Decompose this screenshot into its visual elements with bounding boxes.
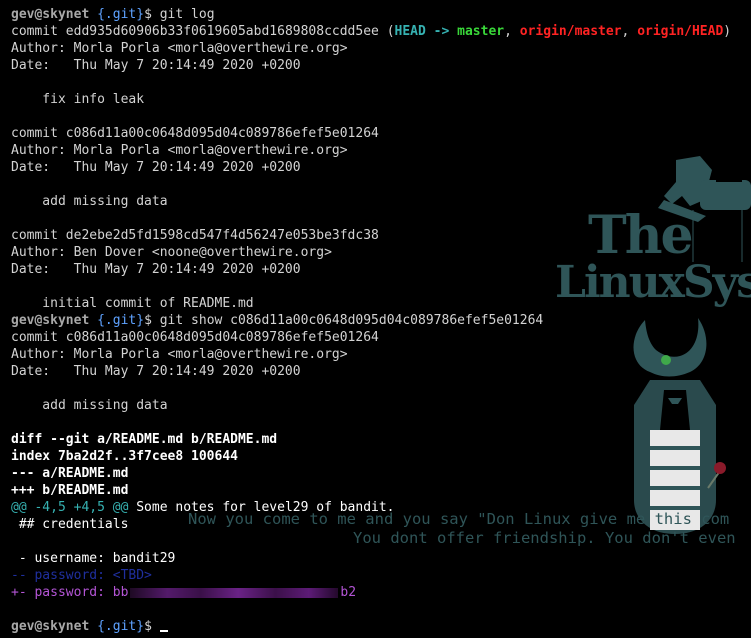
added-prefix: +- password: bb	[11, 585, 129, 600]
log-message-line: add missing data	[11, 194, 168, 209]
log-date-line: Date: Thu May 7 20:14:49 2020 +0200	[11, 262, 301, 277]
prompt-symbol: $	[144, 313, 152, 328]
command-input[interactable]	[152, 619, 160, 634]
diff-hunk-line: @@ -4,5 +4,5 @@ Some notes for level29 o…	[11, 499, 731, 516]
commit-hash: de2ebe2d5fd1598cd547f4d56247e053be3fdc38	[65, 228, 379, 243]
log-commit-line: commit c086d11a00c0648d095d04c089786efef…	[11, 125, 731, 142]
prompt-dir: {.git}	[97, 313, 145, 328]
show-message-line: add missing data	[11, 398, 168, 413]
refs-open: (	[378, 24, 395, 39]
log-author-line: Author: Ben Dover <noone@overthewire.org…	[11, 245, 332, 260]
added-suffix: b2	[340, 585, 357, 600]
diff-context-line: - username: bandit29	[11, 551, 176, 566]
refs-sep: ,	[504, 24, 520, 39]
hunk-range: @@ -4,5 +4,5 @@	[11, 500, 129, 515]
prompt-user: gev@skynet	[11, 619, 90, 634]
prompt-dir: {.git}	[97, 619, 145, 634]
terminal-window[interactable]: The LinuxSyste Now you come to me and yo…	[0, 0, 751, 638]
show-date-line: Date: Thu May 7 20:14:49 2020 +0200	[11, 364, 301, 379]
command-text: git log	[151, 7, 215, 22]
commit-hash: edd935d60906b33f0619605abd1689808ccdd5ee	[65, 24, 379, 39]
prompt-dir: {.git}	[97, 7, 145, 22]
prompt-line-active[interactable]: gev@skynet {.git}$	[11, 618, 731, 635]
log-message-line: fix info leak	[11, 92, 145, 107]
diff-plus-file-line: +++ b/README.md	[11, 483, 129, 498]
terminal-output: gev@skynet {.git}$ git log commit edd935…	[11, 6, 731, 635]
redaction-bar	[130, 587, 339, 598]
prompt-line: gev@skynet {.git}$ git show c086d11a00c0…	[11, 312, 731, 329]
prompt-user: gev@skynet	[11, 313, 90, 328]
command-text: git show c086d11a00c0648d095d04c089786ef…	[151, 313, 544, 328]
commit-label: commit	[11, 228, 66, 243]
diff-minus-file-line: --- a/README.md	[11, 466, 129, 481]
prompt-line: gev@skynet {.git}$ git log	[11, 6, 731, 23]
commit-label: commit	[11, 24, 66, 39]
log-commit-line: commit de2ebe2d5fd1598cd547f4d56247e053b…	[11, 227, 731, 244]
refs-close: )	[723, 24, 732, 39]
diff-added-line: +- password: bb b2	[11, 584, 731, 601]
log-date-line: Date: Thu May 7 20:14:49 2020 +0200	[11, 160, 301, 175]
prompt-symbol: $	[144, 7, 152, 22]
ref-origin-master: origin/master	[519, 24, 622, 39]
log-message-line: initial commit of README.md	[11, 296, 254, 311]
log-date-line: Date: Thu May 7 20:14:49 2020 +0200	[11, 58, 301, 73]
diff-header-line: diff --git a/README.md b/README.md	[11, 432, 278, 447]
ref-origin-head: origin/HEAD	[637, 24, 724, 39]
commit-hash: c086d11a00c0648d095d04c089786efef5e01264	[65, 126, 379, 141]
diff-context-line: ## credentials	[11, 517, 129, 532]
prompt-symbol: $	[144, 619, 152, 634]
diff-removed-line: -- password: <TBD>	[11, 568, 152, 583]
show-author-line: Author: Morla Porla <morla@overthewire.o…	[11, 347, 348, 362]
ref-master: master	[457, 24, 505, 39]
commit-label: commit	[11, 126, 66, 141]
log-author-line: Author: Morla Porla <morla@overthewire.o…	[11, 143, 348, 158]
log-commit-line: commit edd935d60906b33f0619605abd1689808…	[11, 23, 731, 40]
text-cursor	[159, 630, 168, 632]
show-commit-line: commit c086d11a00c0648d095d04c089786efef…	[11, 330, 379, 345]
refs-sep: ,	[621, 24, 638, 39]
ref-head: HEAD ->	[394, 24, 458, 39]
log-author-line: Author: Morla Porla <morla@overthewire.o…	[11, 41, 348, 56]
diff-index-line: index 7ba2d2f..3f7cee8 100644	[11, 449, 238, 464]
prompt-user: gev@skynet	[11, 7, 90, 22]
hunk-context: Some notes for level29 of bandit.	[128, 500, 395, 515]
